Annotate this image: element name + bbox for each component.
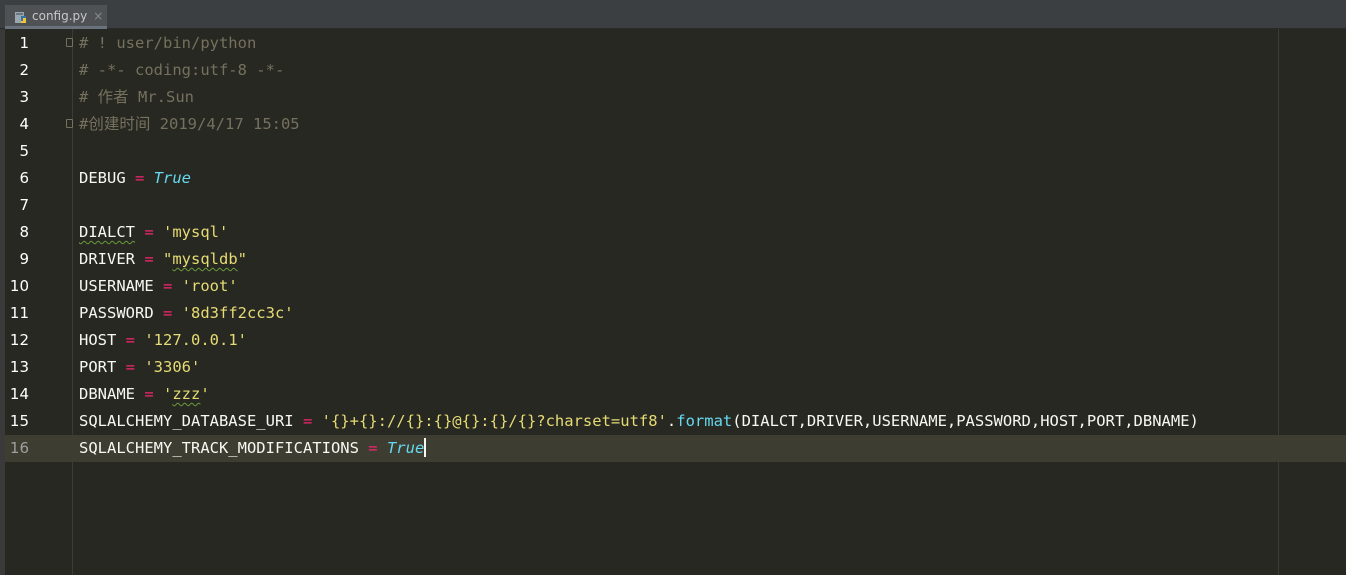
fold-marker-icon[interactable] xyxy=(66,38,73,47)
line-number: 6 xyxy=(19,169,29,187)
code-token-op: = xyxy=(125,169,154,187)
code-text: DIALCT = 'mysql' xyxy=(79,219,228,246)
code-editor[interactable]: 1 # ! user/bin/python 2 # -*- coding:utf-8 … xyxy=(5,29,1346,575)
code-line[interactable]: 3 # 作者 Mr.Sun xyxy=(5,84,1346,111)
line-number: 15 xyxy=(9,412,29,430)
line-number: 7 xyxy=(19,196,29,214)
python-file-icon xyxy=(14,9,28,23)
code-token-str: 'mysql' xyxy=(163,223,229,241)
code-token-fn: format xyxy=(676,412,733,430)
code-text: # ! user/bin/python xyxy=(79,30,256,57)
code-text: PORT = '3306' xyxy=(79,354,200,381)
line-number: 10 xyxy=(9,277,29,295)
code-line[interactable]: 10 USERNAME = 'root' xyxy=(5,273,1346,300)
code-line[interactable]: 6 DEBUG = True xyxy=(5,165,1346,192)
code-text: USERNAME = 'root' xyxy=(79,273,238,300)
code-token-op: = xyxy=(153,277,182,295)
code-token-name: DEBUG xyxy=(79,169,126,187)
tab-config-py[interactable]: config.py × xyxy=(5,5,107,29)
code-line[interactable]: 13 PORT = '3306' xyxy=(5,354,1346,381)
code-line[interactable]: 2 # -*- coding:utf-8 -*- xyxy=(5,57,1346,84)
code-token-name: (DIALCT,DRIVER,USERNAME,PASSWORD,HOST,PO… xyxy=(732,412,1199,430)
current-code-line[interactable]: 16 SQLALCHEMY_TRACK_MODIFICATIONS = True xyxy=(5,435,1346,462)
code-token-str: ' xyxy=(163,385,173,403)
code-text: DRIVER = "mysqldb" xyxy=(79,246,247,273)
code-line[interactable]: 5 xyxy=(5,138,1346,165)
line-number: 13 xyxy=(9,358,29,376)
code-token-str: " xyxy=(163,250,173,268)
code-line[interactable]: 12 HOST = '127.0.0.1' xyxy=(5,327,1346,354)
code-token-str: '3306' xyxy=(144,358,201,376)
code-line[interactable]: 7 xyxy=(5,192,1346,219)
code-token-op: = xyxy=(135,250,163,268)
code-token-op: = xyxy=(358,439,387,457)
code-token-str: 'root' xyxy=(181,277,238,295)
code-text: DEBUG = True xyxy=(79,165,191,192)
code-token-comment: # ! user/bin/python xyxy=(79,34,257,52)
code-token-name: USERNAME xyxy=(79,277,154,295)
code-line[interactable]: 9 DRIVER = "mysqldb" xyxy=(5,246,1346,273)
line-number: 14 xyxy=(9,385,29,403)
code-token-comment: #创建时间 2019/4/17 15:05 xyxy=(79,115,300,133)
code-line[interactable]: 4 #创建时间 2019/4/17 15:05 xyxy=(5,111,1346,138)
code-token-name: DIALCT xyxy=(79,223,135,241)
line-number: 9 xyxy=(19,250,29,268)
line-number: 5 xyxy=(19,142,29,160)
line-number: 3 xyxy=(19,88,29,106)
code-token-name: SQLALCHEMY_TRACK_MODIFICATIONS xyxy=(79,439,359,457)
code-line[interactable]: 8 DIALCT = 'mysql' xyxy=(5,219,1346,246)
code-token-str: '8d3ff2cc3c' xyxy=(181,304,294,322)
code-area[interactable]: 1 # ! user/bin/python 2 # -*- coding:utf-8 … xyxy=(5,30,1346,462)
code-token-str: " xyxy=(237,250,248,268)
code-token-comment: # -*- coding:utf-8 -*- xyxy=(79,61,285,79)
code-token-op: = xyxy=(116,358,145,376)
code-token-name: HOST xyxy=(79,331,117,349)
editor-tab-bar: config.py × xyxy=(0,0,1346,29)
code-token-const: True xyxy=(153,169,191,187)
code-text: SQLALCHEMY_TRACK_MODIFICATIONS = True xyxy=(79,435,427,462)
code-token-str: '{}+{}://{}:{}@{}:{}/{}?charset=utf8' xyxy=(321,412,667,430)
code-text: # 作者 Mr.Sun xyxy=(79,84,194,111)
code-token-comment: # 作者 Mr.Sun xyxy=(79,88,194,106)
code-token-str: ' xyxy=(200,385,210,403)
line-number: 8 xyxy=(19,223,29,241)
code-token-op: = xyxy=(135,223,163,241)
code-token-name: PASSWORD xyxy=(79,304,154,322)
code-token-op: = xyxy=(153,304,182,322)
fold-marker-icon[interactable] xyxy=(66,119,73,128)
code-token-name: DRIVER xyxy=(79,250,135,268)
line-number: 12 xyxy=(9,331,29,349)
code-token-op: = xyxy=(135,385,163,403)
code-text: DBNAME = 'zzz' xyxy=(79,381,210,408)
code-text: HOST = '127.0.0.1' xyxy=(79,327,247,354)
code-token-str: '127.0.0.1' xyxy=(144,331,247,349)
code-token-name: PORT xyxy=(79,358,117,376)
line-number: 11 xyxy=(9,304,29,322)
text-caret xyxy=(424,438,427,457)
code-token-str: mysqldb xyxy=(172,250,238,268)
code-text: #创建时间 2019/4/17 15:05 xyxy=(79,111,300,138)
line-number: 1 xyxy=(19,34,29,52)
code-text: PASSWORD = '8d3ff2cc3c' xyxy=(79,300,294,327)
line-number: 4 xyxy=(19,115,29,133)
code-token-op: = xyxy=(116,331,145,349)
code-line[interactable]: 1 # ! user/bin/python xyxy=(5,30,1346,57)
code-token-name: . xyxy=(666,412,677,430)
code-text: SQLALCHEMY_DATABASE_URI = '{}+{}://{}:{}… xyxy=(79,408,1199,435)
line-number: 16 xyxy=(9,439,29,457)
code-token-name: DBNAME xyxy=(79,385,135,403)
code-line[interactable]: 15 SQLALCHEMY_DATABASE_URI = '{}+{}://{}:… xyxy=(5,408,1346,435)
code-text: # -*- coding:utf-8 -*- xyxy=(79,57,284,84)
code-line[interactable]: 14 DBNAME = 'zzz' xyxy=(5,381,1346,408)
tab-close-icon[interactable]: × xyxy=(93,9,103,23)
code-line[interactable]: 11 PASSWORD = '8d3ff2cc3c' xyxy=(5,300,1346,327)
code-token-const: True xyxy=(386,439,425,457)
code-token-op: = xyxy=(293,412,322,430)
code-token-name: SQLALCHEMY_DATABASE_URI xyxy=(79,412,294,430)
tab-label: config.py xyxy=(32,8,88,23)
line-number: 2 xyxy=(19,61,29,79)
code-token-str: zzz xyxy=(172,385,201,403)
